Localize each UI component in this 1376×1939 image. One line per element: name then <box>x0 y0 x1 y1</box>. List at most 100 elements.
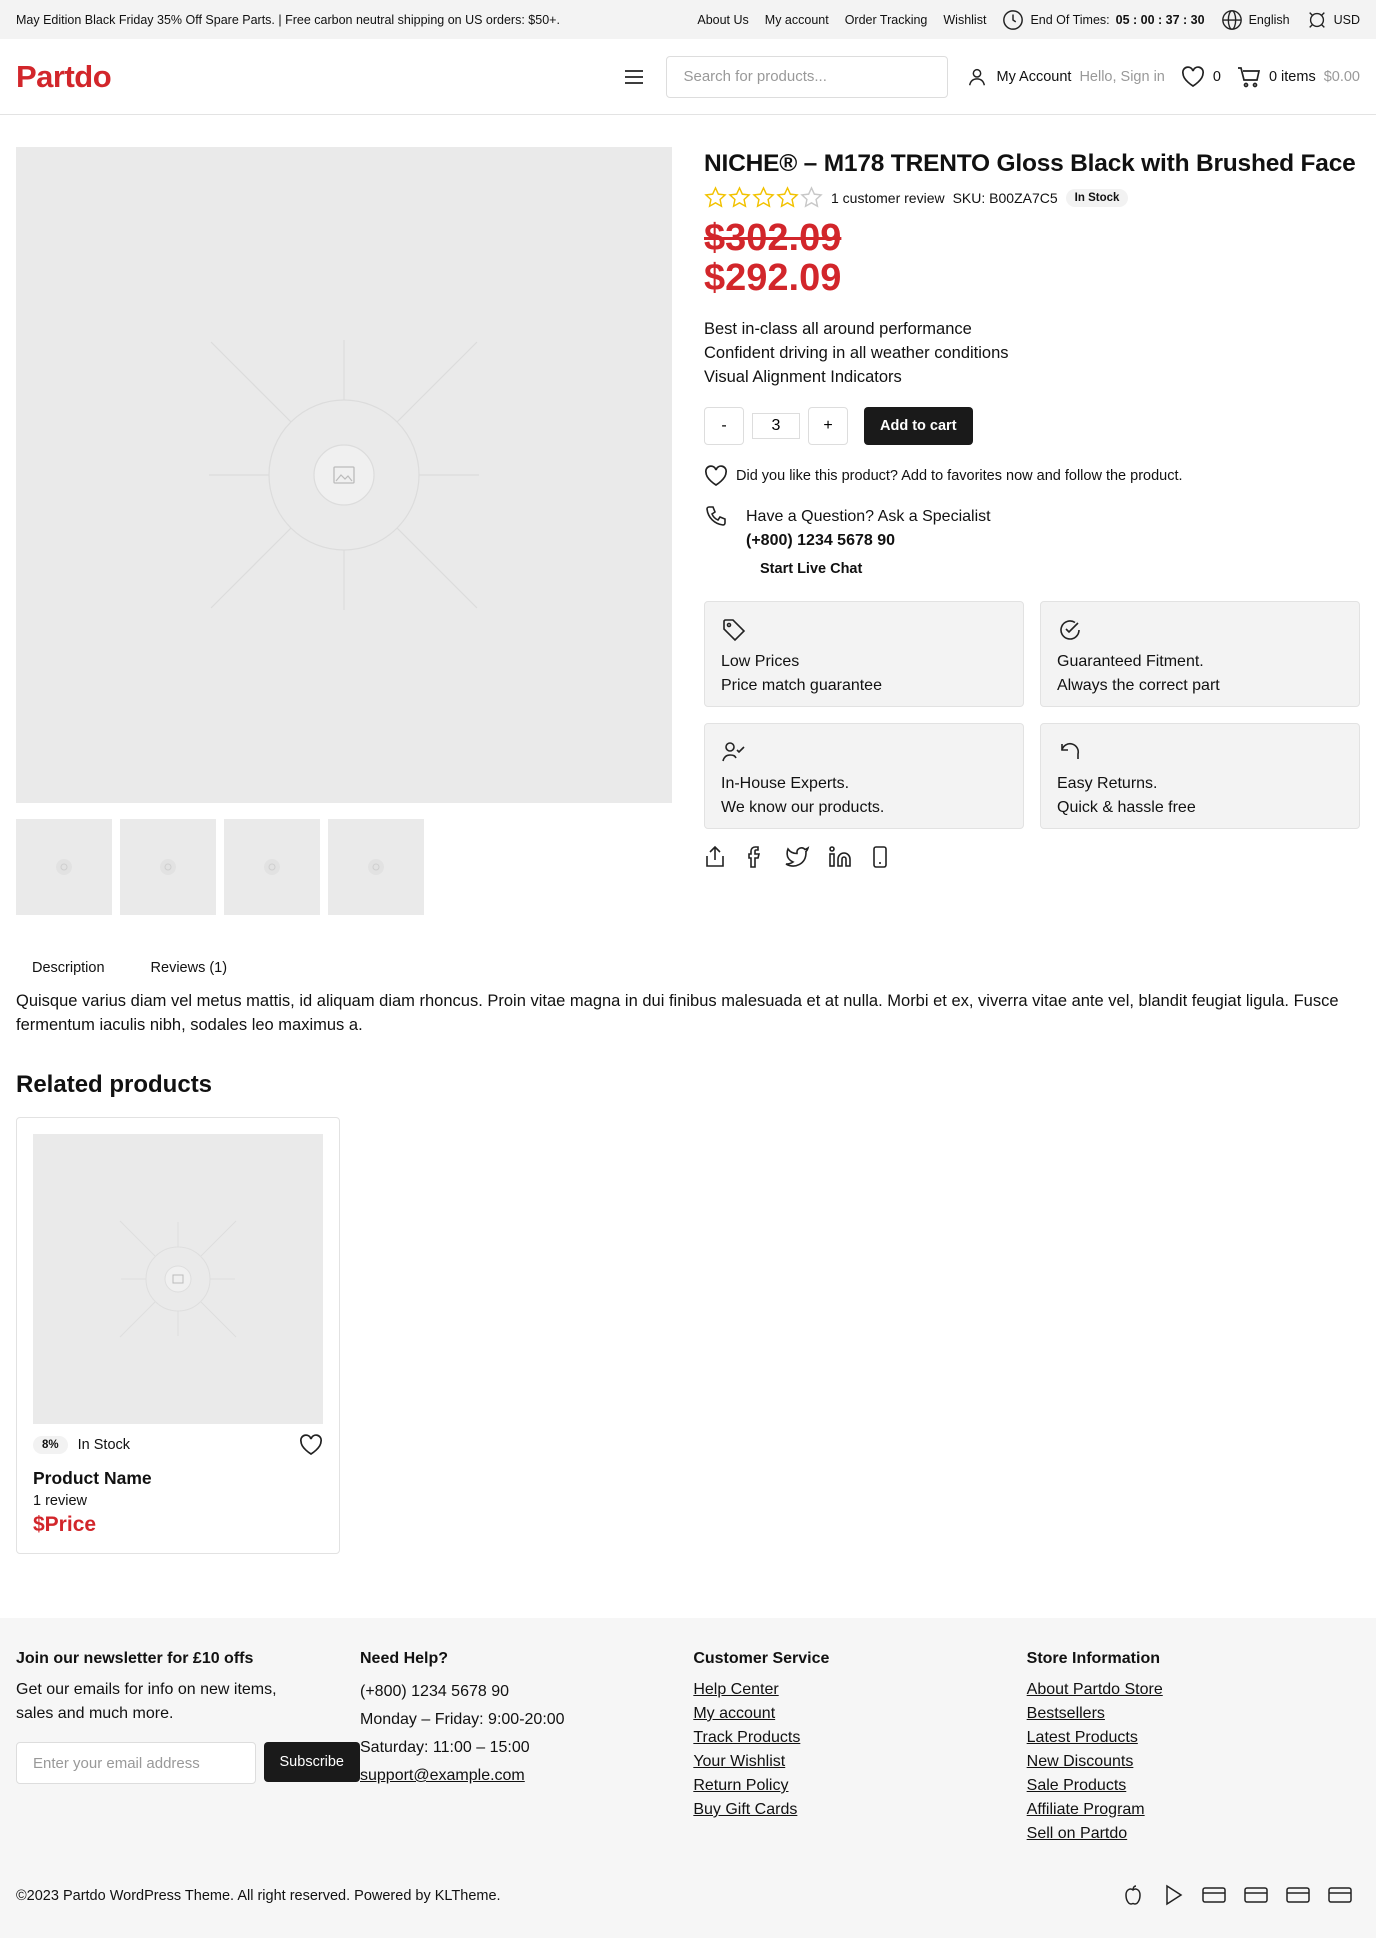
cart-icon <box>1237 66 1261 88</box>
customer-service-title: Customer Service <box>693 1650 830 1667</box>
countdown-timer: End Of Times: 05 : 00 : 37 : 30 <box>1002 9 1205 31</box>
heart-icon[interactable] <box>299 1434 323 1456</box>
tab-reviews[interactable]: Reviews (1) <box>135 955 244 981</box>
help-title: Need Help? <box>360 1650 449 1667</box>
thumbnail[interactable] <box>120 819 216 915</box>
help-phone: (+800) 1234 5678 90 <box>360 1683 510 1700</box>
cart-total: $0.00 <box>1323 68 1360 85</box>
my-account-link[interactable]: My account <box>765 13 829 27</box>
add-to-favorites[interactable]: Did you like this product? Add to favori… <box>704 465 1360 487</box>
subscribe-button[interactable]: Subscribe <box>263 1742 360 1782</box>
newsletter-title: Join our newsletter for £10 offs <box>16 1650 254 1667</box>
product-gallery <box>16 147 672 915</box>
related-product-image[interactable] <box>33 1134 323 1424</box>
card-icon <box>1328 1884 1352 1906</box>
currency-selector[interactable]: USD <box>1306 9 1360 31</box>
footer-link[interactable]: Bestsellers <box>1027 1705 1105 1722</box>
linkedin-icon[interactable] <box>828 845 852 869</box>
image-placeholder-icon <box>119 1220 237 1338</box>
related-product-card[interactable]: 8% In Stock Product Name 1 review $Price <box>16 1117 340 1554</box>
timer-value: 05 : 00 : 37 : 30 <box>1115 12 1205 27</box>
related-products-title: Related products <box>16 1071 213 1098</box>
logo[interactable]: Partdo <box>16 59 112 95</box>
specialist-phone[interactable]: (+800) 1234 5678 90 <box>746 529 991 553</box>
qty-increase-button[interactable]: + <box>808 407 848 446</box>
related-product-price: $Price <box>33 1513 97 1536</box>
footer-link[interactable]: My account <box>693 1705 775 1722</box>
quantity-row: - + Add to cart <box>704 407 1360 446</box>
undo-icon <box>1057 740 1083 764</box>
product-info: NICHE® – M178 TRENTO Gloss Black with Br… <box>704 147 1360 915</box>
star-icon <box>704 186 727 209</box>
benefit-title: In-House Experts. <box>721 775 850 793</box>
share-icons <box>704 845 1360 869</box>
qty-decrease-button[interactable]: - <box>704 407 744 446</box>
search-input[interactable] <box>666 55 949 98</box>
account-menu[interactable]: My Account Hello, Sign in <box>966 66 1165 88</box>
star-icon <box>752 186 775 209</box>
product-meta: 1 customer review SKU: B00ZA7C5 In Stock <box>704 186 1360 209</box>
footer-link[interactable]: Return Policy <box>693 1777 788 1794</box>
tab-description[interactable]: Description <box>16 955 121 981</box>
twitter-icon[interactable] <box>784 845 810 869</box>
share-icon[interactable] <box>704 845 726 869</box>
footer-link[interactable]: About Partdo Store <box>1027 1681 1163 1698</box>
benefit-subtitle: Quick & hassle free <box>1057 799 1196 817</box>
mobile-icon[interactable] <box>870 845 890 869</box>
add-to-cart-button[interactable]: Add to cart <box>864 407 973 446</box>
footer-link[interactable]: Track Products <box>693 1729 800 1746</box>
benefits-grid: Low Prices Price match guarantee Guarant… <box>704 601 1360 830</box>
wishlist-button[interactable]: 0 <box>1181 65 1221 88</box>
feature-item: Visual Alignment Indicators <box>704 368 902 387</box>
newsletter-column: Join our newsletter for £10 offs Get our… <box>16 1650 360 1846</box>
globe-icon <box>1221 9 1243 31</box>
language-label: English <box>1248 12 1290 27</box>
currency-icon <box>1306 9 1328 31</box>
star-icon <box>800 186 823 209</box>
reviews-link[interactable]: 1 customer review <box>831 190 945 206</box>
heart-icon <box>1181 65 1205 88</box>
feature-item: Best in-class all around performance <box>704 320 972 339</box>
footer-link[interactable]: Affiliate Program <box>1027 1801 1145 1818</box>
footer-link[interactable]: Buy Gift Cards <box>693 1801 797 1818</box>
about-us-link[interactable]: About Us <box>697 13 748 27</box>
benefit-card: Guaranteed Fitment. Always the correct p… <box>1040 601 1360 708</box>
qty-input[interactable] <box>752 413 800 440</box>
newsletter-email-input[interactable] <box>16 1742 256 1784</box>
newsletter-text: Get our emails for info on new items, sa… <box>16 1681 277 1722</box>
wishlist-link[interactable]: Wishlist <box>943 13 986 27</box>
footer-link[interactable]: Your Wishlist <box>693 1753 785 1770</box>
benefit-subtitle: Always the correct part <box>1057 677 1220 695</box>
payment-icons <box>1122 1884 1352 1906</box>
thumbnail[interactable] <box>224 819 320 915</box>
benefit-card: In-House Experts. We know our products. <box>704 723 1024 830</box>
stock-status: In Stock <box>77 1437 131 1453</box>
footer-link[interactable]: Sell on Partdo <box>1027 1825 1128 1842</box>
thumbnail[interactable] <box>328 819 424 915</box>
star-rating[interactable] <box>704 186 823 209</box>
footer-link[interactable]: Latest Products <box>1027 1729 1138 1746</box>
hamburger-menu-icon[interactable] <box>616 59 652 95</box>
stock-badge: In Stock <box>1065 188 1129 207</box>
help-email-link[interactable]: support@example.com <box>360 1767 525 1784</box>
favorites-text: Did you like this product? Add to favori… <box>736 468 1183 485</box>
thumbnail[interactable] <box>16 819 112 915</box>
question-title: Have a Question? Ask a Specialist <box>746 508 991 526</box>
help-hours: Saturday: 11:00 – 15:00 <box>360 1739 530 1756</box>
language-selector[interactable]: English <box>1221 9 1290 31</box>
clock-icon <box>1002 9 1024 31</box>
footer-link[interactable]: New Discounts <box>1027 1753 1134 1770</box>
order-tracking-link[interactable]: Order Tracking <box>845 13 928 27</box>
benefit-card: Easy Returns. Quick & hassle free <box>1040 723 1360 830</box>
live-chat-link[interactable]: Start Live Chat <box>760 561 1360 577</box>
main-product-image[interactable] <box>16 147 672 803</box>
cart-button[interactable]: 0 items $0.00 <box>1237 66 1360 88</box>
benefit-title: Guaranteed Fitment. <box>1057 653 1204 671</box>
store-info-column: Store Information About Partdo Store Bes… <box>1027 1650 1360 1846</box>
footer-link[interactable]: Help Center <box>693 1681 778 1698</box>
card-icon <box>1202 1884 1226 1906</box>
current-price: $292.09 <box>704 257 842 300</box>
related-product-name[interactable]: Product Name <box>33 1468 323 1489</box>
footer-link[interactable]: Sale Products <box>1027 1777 1127 1794</box>
facebook-icon[interactable] <box>744 845 766 869</box>
